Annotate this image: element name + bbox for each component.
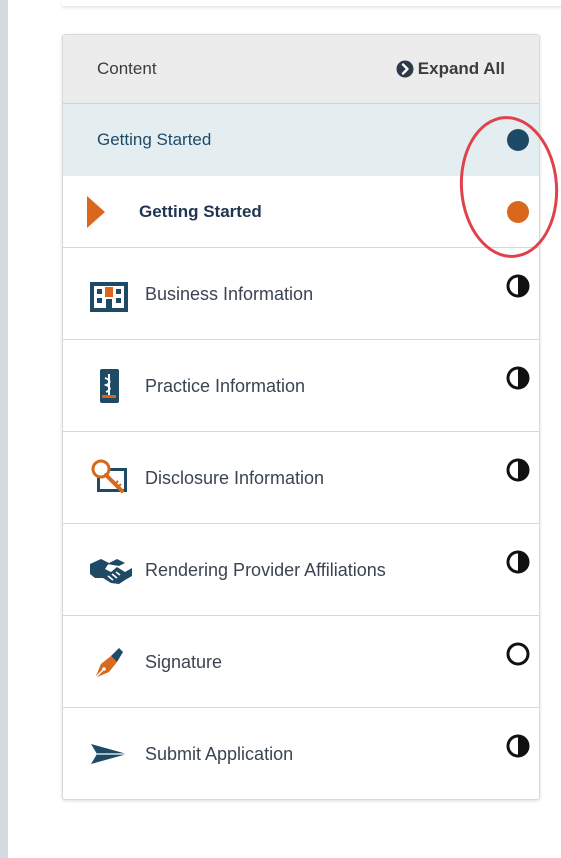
content-panel: Content Expand All Getting Started Getti… [62,34,540,800]
section-getting-started[interactable]: Getting Started [63,104,539,176]
status-partial-icon [506,458,530,482]
nav-item-getting-started[interactable]: Getting Started [63,176,539,248]
nav-item-business-information[interactable]: Business Information [63,248,539,340]
expand-all-label: Expand All [417,59,505,78]
nav-item-submit-application[interactable]: Submit Application [63,708,539,800]
current-step-arrow-icon [87,195,105,228]
nav-item-label: Getting Started [139,201,262,221]
nav-item-label: Disclosure Information [145,467,325,488]
left-rail [0,0,8,858]
nav-item-practice-information[interactable]: Practice Information [63,340,539,432]
status-partial-icon [506,274,530,298]
nav-item-rendering-provider-affiliations[interactable]: Rendering Provider Affiliations [63,524,539,616]
section-label: Getting Started [97,130,212,149]
expand-all-button[interactable]: Expand All [396,59,505,79]
status-partial-icon [506,550,530,574]
status-complete-icon [507,129,529,151]
magnifier-key-icon [91,459,127,493]
fountain-pen-icon [94,648,123,679]
nav-item-disclosure-information[interactable]: Disclosure Information [63,432,539,524]
panel-header: Content Expand All [63,35,539,104]
nav-item-label: Signature [145,651,223,672]
handshake-icon [90,559,132,584]
nav-item-signature[interactable]: Signature [63,616,539,708]
nav-item-label: Rendering Provider Affiliations [145,559,386,580]
status-partial-icon [506,366,530,390]
building-icon [90,282,128,312]
nav-item-label: Submit Application [145,743,294,764]
status-not-started-icon [506,642,530,666]
paper-plane-icon [91,744,127,764]
nav-item-label: Business Information [145,283,314,304]
status-in-progress-icon [507,200,529,223]
medical-document-icon [100,369,119,403]
chevron-right-circle-icon [396,60,414,78]
panel-title: Content [97,59,157,78]
card-edge [62,0,561,6]
nav-item-label: Practice Information [145,375,306,396]
status-partial-icon [506,734,530,758]
